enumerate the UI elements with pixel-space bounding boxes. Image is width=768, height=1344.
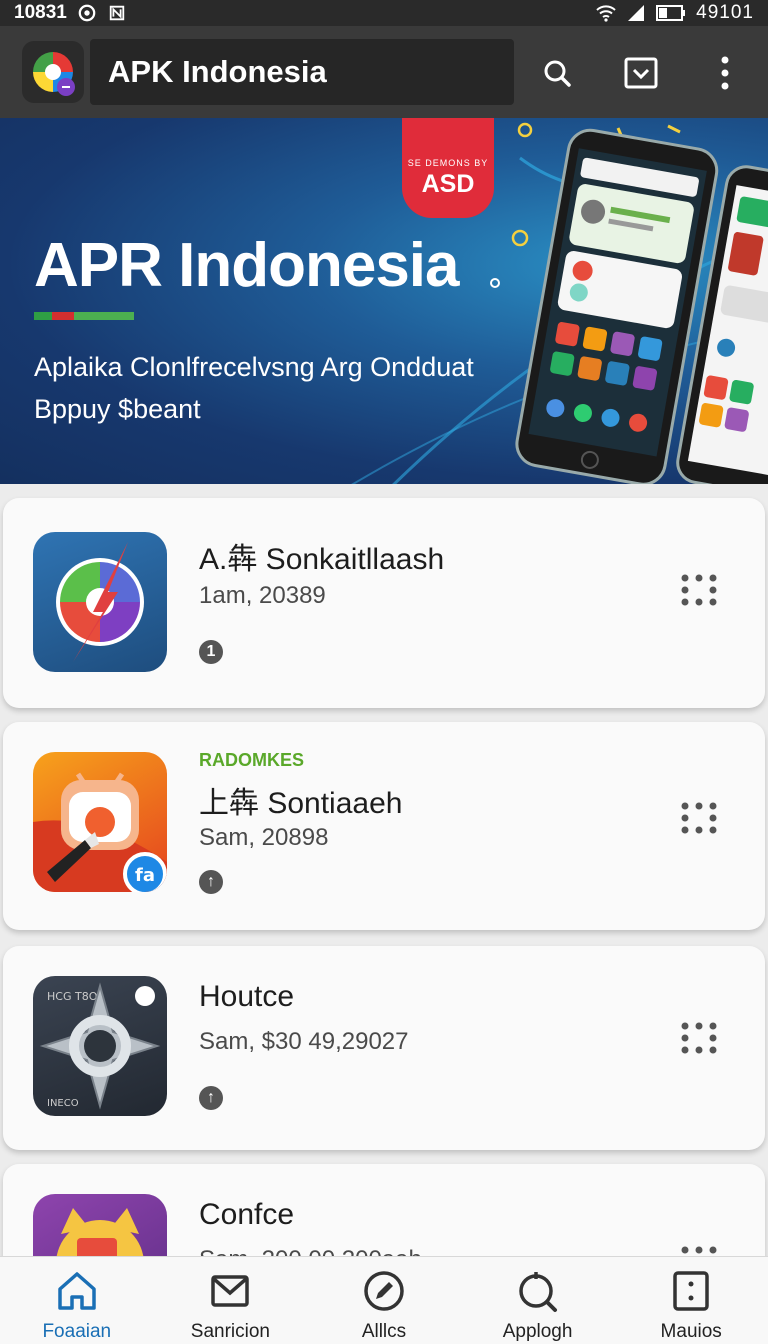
icon-text-top: HCG T8O <box>47 990 98 1003</box>
app-card[interactable]: fa RADOMKES 上犇 Sontiaaeh Sam, 20898 ↑ <box>3 722 765 930</box>
app-icon <box>33 532 167 672</box>
status-clock: 49101 <box>696 2 754 23</box>
app-title-box: APK Indonesia <box>90 39 514 105</box>
app-name: A.犇 Sonkaitllaash <box>199 543 445 576</box>
notification-icon <box>78 4 96 22</box>
app-logo[interactable] <box>22 41 84 103</box>
android-robot-icon: fa <box>33 772 167 892</box>
banner-subtitle: Aplaika Clonlfrecelvsng Arg Ondduat Bppu… <box>34 346 474 430</box>
search-icon <box>544 60 571 87</box>
refresh-search-icon <box>518 1272 557 1312</box>
edit-icon <box>364 1271 404 1311</box>
nav-item-updates[interactable]: Applogh <box>461 1257 615 1344</box>
status-right: 49101 <box>596 2 754 24</box>
bar-segment-red <box>52 312 74 320</box>
search-button[interactable] <box>534 50 580 96</box>
badge-label: ASD <box>421 170 475 198</box>
app-meta: Sam, 20898 <box>199 824 329 851</box>
app-actions <box>534 50 748 96</box>
svg-text:fa: fa <box>135 865 155 886</box>
promo-banner[interactable]: APR Indonesia Aplaika Clonlfrecelvsng Ar… <box>0 118 768 484</box>
mail-icon <box>211 1275 250 1307</box>
phones-illustration <box>515 128 768 484</box>
metal-star-icon: HCG T8O INECO <box>39 982 161 1110</box>
app-icon: fa <box>33 752 167 892</box>
status-left: 10831 <box>14 2 127 24</box>
nav-label: Mauios <box>660 1321 722 1342</box>
download-button[interactable] <box>618 50 664 96</box>
battery-icon <box>656 5 686 21</box>
nav-item-home[interactable]: Foaaian <box>0 1257 154 1344</box>
more-options-icon[interactable] <box>681 802 717 834</box>
nav-item-all[interactable]: Alllcs <box>307 1257 461 1344</box>
more-vert-icon <box>721 56 729 90</box>
bottom-nav: Foaaian Sanricion Alllcs Applogh Mauios <box>0 1256 768 1344</box>
more-options-icon[interactable] <box>681 574 717 606</box>
info-icon[interactable]: 1 <box>199 640 223 664</box>
info-icon[interactable]: ↑ <box>199 1086 223 1110</box>
app-meta: 1am, 20389 <box>199 582 326 609</box>
app-tag: RADOMKES <box>199 750 305 770</box>
app-name: 上犇 Sontiaaeh <box>199 787 403 820</box>
banner-subtitle-line1: Aplaika Clonlfrecelvsng Arg Ondduat <box>34 352 474 382</box>
status-time: 10831 <box>14 2 67 23</box>
wifi-icon <box>596 5 616 22</box>
icon-text-bottom: INECO <box>47 1098 79 1109</box>
badge-caption: SE DEMONS BY <box>407 158 489 168</box>
more-options-icon[interactable] <box>681 1022 717 1054</box>
inbox-download-icon <box>624 57 658 89</box>
app-icon: HCG T8O INECO <box>33 976 167 1116</box>
banner-title: APR Indonesia <box>34 231 460 300</box>
menu-box-icon <box>673 1271 709 1311</box>
bar-segment-green <box>34 312 52 320</box>
nav-item-menu[interactable]: Mauios <box>614 1257 768 1344</box>
banner-color-bar <box>34 312 134 320</box>
app-name: Houtce <box>199 980 295 1013</box>
app-bar: APK Indonesia <box>0 26 768 144</box>
app-name: Confce <box>199 1198 295 1231</box>
banner-subtitle-line2: Bppuy $beant <box>34 394 201 424</box>
app-card[interactable]: A.犇 Sonkaitllaash 1am, 20389 1 <box>3 498 765 708</box>
bar-segment-green-2 <box>74 312 134 320</box>
info-icon[interactable]: ↑ <box>199 870 223 894</box>
nfc-icon <box>109 5 125 21</box>
overflow-menu-button[interactable] <box>702 50 748 96</box>
nav-label: Applogh <box>502 1321 573 1342</box>
home-icon <box>58 1272 96 1310</box>
nav-label: Foaaian <box>42 1321 112 1342</box>
app-logo-icon <box>33 52 75 96</box>
nav-label: Alllcs <box>361 1321 407 1342</box>
swirl-logo-icon <box>56 542 144 662</box>
app-title: APK Indonesia <box>108 54 327 89</box>
app-meta: Sam, $30 49,29027 <box>199 1028 409 1055</box>
promo-badge: SE DEMONS BY ASD <box>402 118 494 218</box>
app-card[interactable]: HCG T8O INECO Houtce Sam, $30 49,29027 ↑ <box>3 946 765 1150</box>
status-bar: 10831 49101 <box>0 0 768 26</box>
signal-icon <box>628 5 645 21</box>
nav-item-messages[interactable]: Sanricion <box>154 1257 308 1344</box>
nav-label: Sanricion <box>190 1321 270 1342</box>
